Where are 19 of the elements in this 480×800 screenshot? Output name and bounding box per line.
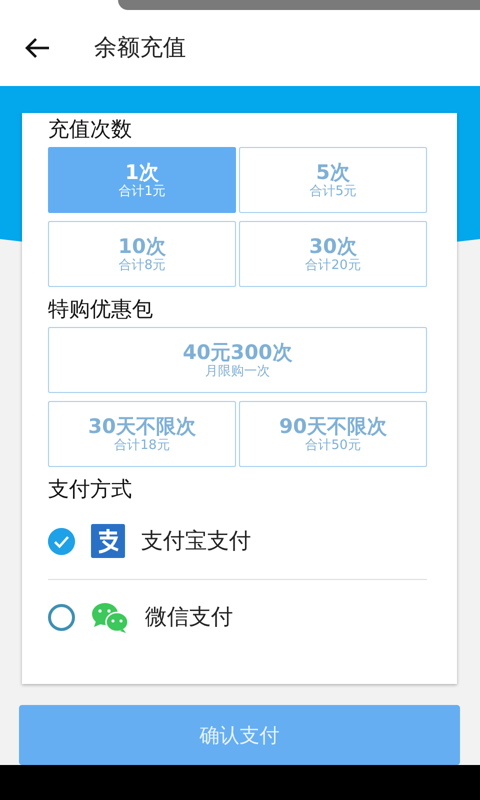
- option-button[interactable]: 10次 合计8元: [48, 221, 236, 287]
- radio-checked-icon[interactable]: [48, 528, 75, 554]
- section-title: 充值次数: [48, 116, 133, 143]
- section-title: 特购优惠包: [48, 296, 154, 323]
- option-button[interactable]: 40元300次 月限购一次: [48, 327, 427, 393]
- section-title: 支付方式: [48, 476, 133, 503]
- page-title: 余额充值: [94, 34, 186, 63]
- option-button[interactable]: 90天不限次 合计50元: [239, 401, 427, 467]
- payment-option-label[interactable]: 微信支付: [145, 601, 233, 634]
- option-button[interactable]: 5次 合计5元: [239, 147, 427, 213]
- option-button[interactable]: 30次 合计20元: [239, 221, 427, 287]
- payment-logo-icon: [91, 524, 125, 558]
- chat-bubbles-icon: [91, 602, 129, 634]
- back-arrow-icon[interactable]: [24, 37, 50, 59]
- confirm-button[interactable]: 确认支付: [19, 705, 460, 765]
- radio-button[interactable]: [48, 604, 75, 631]
- option-button[interactable]: 30天不限次 合计18元: [48, 401, 236, 467]
- payment-option-label[interactable]: 支付宝支付: [141, 524, 251, 558]
- option-button[interactable]: 1次 合计1元: [48, 147, 236, 213]
